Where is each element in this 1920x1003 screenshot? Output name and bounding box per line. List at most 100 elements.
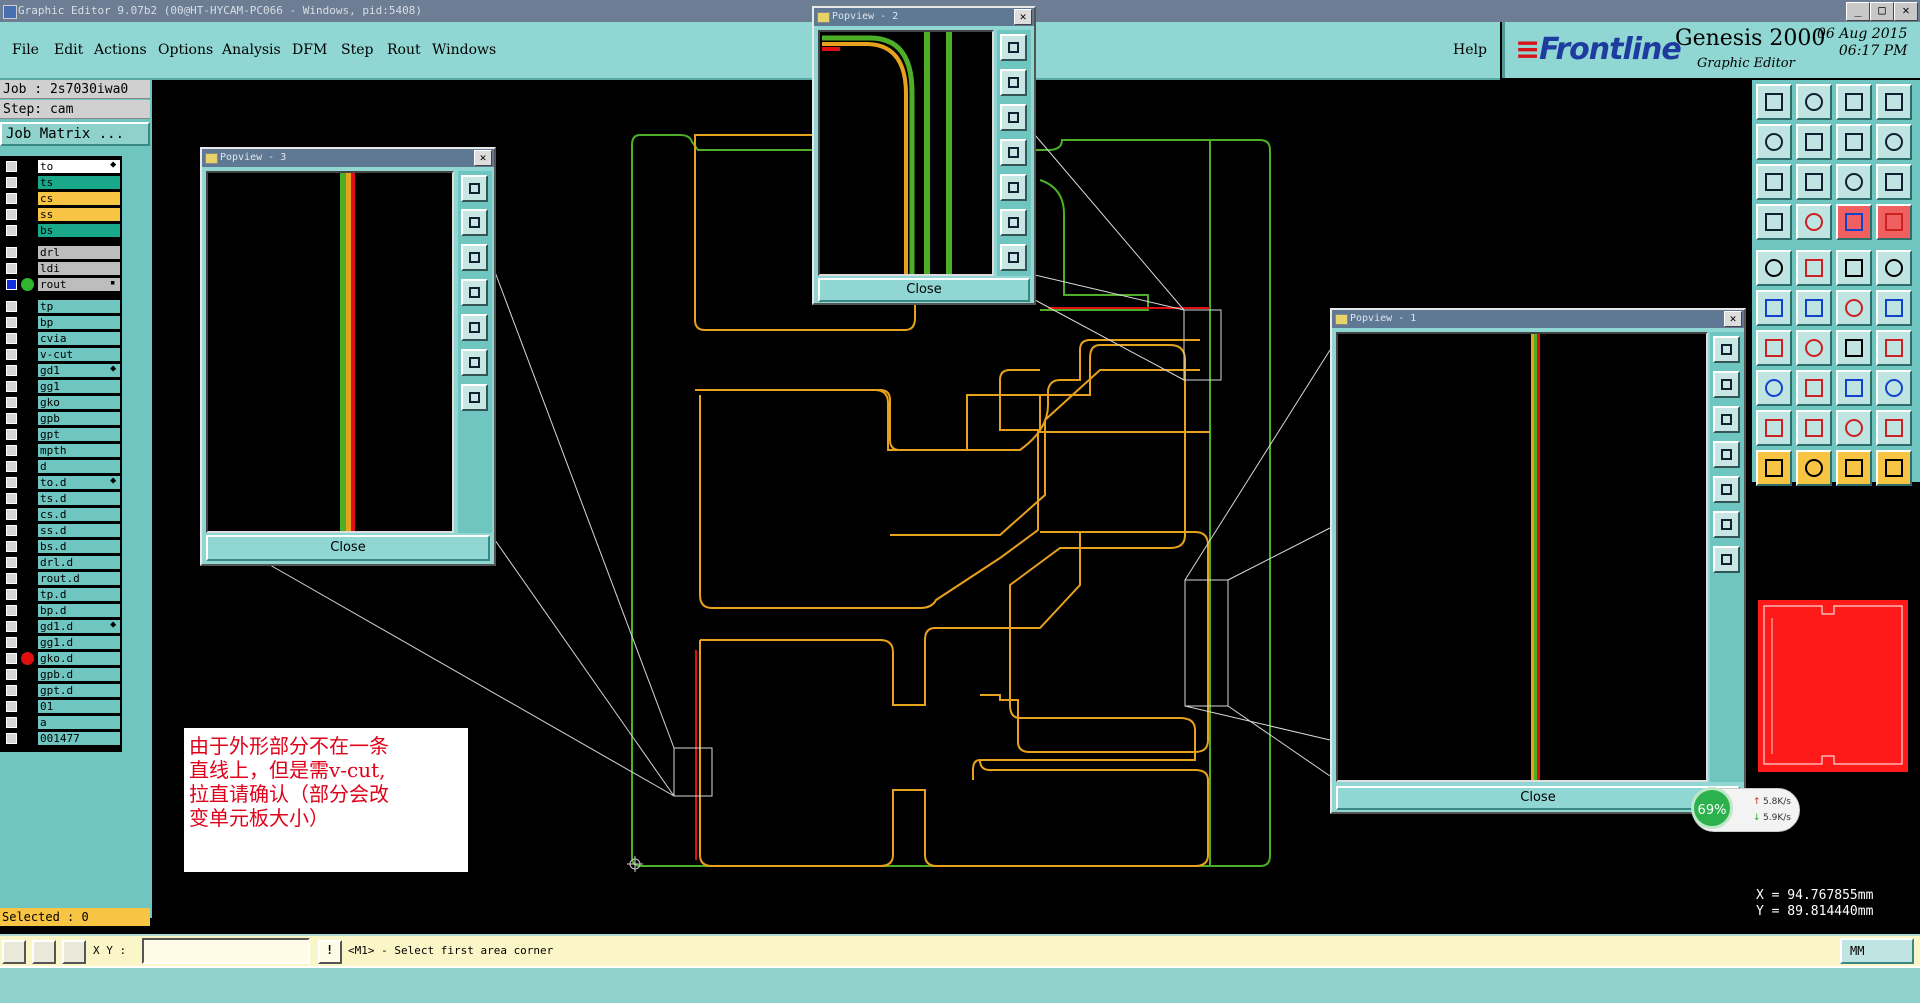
popview-1-toolbar xyxy=(1710,332,1744,782)
pan-left-button[interactable] xyxy=(461,279,488,306)
popview-2-window[interactable]: Popview - 2 ✕ Close xyxy=(812,6,1036,305)
zoom-out-button[interactable] xyxy=(461,349,488,376)
step-tool-icon xyxy=(1885,93,1903,111)
vertex-tool-button[interactable] xyxy=(1836,290,1872,326)
zoom-home-button[interactable] xyxy=(1836,84,1872,120)
zoom-home-icon xyxy=(1845,93,1863,111)
multi-pointer-tool-button[interactable] xyxy=(1876,450,1912,486)
minimap[interactable] xyxy=(1752,588,1914,786)
popview-1-window[interactable]: Popview - 1 ✕ Close xyxy=(1330,308,1746,814)
zoom-tool-button[interactable] xyxy=(1000,34,1027,61)
pan-right-button[interactable] xyxy=(1000,174,1027,201)
tri-a-tool-icon xyxy=(1805,419,1823,437)
split-tool-button[interactable] xyxy=(1876,290,1912,326)
select-tool-button[interactable] xyxy=(1756,370,1792,406)
pan-right-button[interactable] xyxy=(1713,476,1740,503)
popview-3-close-icon[interactable]: ✕ xyxy=(474,150,492,166)
grid-icon[interactable] xyxy=(62,940,86,964)
zoom-in-button[interactable] xyxy=(461,384,488,411)
pan-up-button[interactable] xyxy=(1713,371,1740,398)
popview-2-close-button[interactable]: Close xyxy=(818,278,1030,302)
pan-down-button[interactable] xyxy=(1000,104,1027,131)
popview-3-title-bar[interactable]: Popview - 3 ✕ xyxy=(202,149,494,167)
pan-tool-button[interactable] xyxy=(1796,164,1832,200)
pointer-tool-button[interactable] xyxy=(1756,450,1792,486)
pan-down-button[interactable] xyxy=(461,244,488,271)
zoom-in-button[interactable] xyxy=(1000,244,1027,271)
fit-tool-button[interactable] xyxy=(1756,164,1792,200)
angle-tool-button[interactable] xyxy=(1756,330,1792,366)
popview-3-window[interactable]: Popview - 3 ✕ Close xyxy=(200,147,496,566)
help-tool-button[interactable] xyxy=(1876,164,1912,200)
snap-tool-button[interactable] xyxy=(1796,124,1832,160)
unit-selector[interactable]: MM xyxy=(1840,938,1914,964)
layer-tool-button[interactable] xyxy=(1876,204,1912,240)
line-tool-button[interactable] xyxy=(1756,290,1792,326)
pad-tool-icon xyxy=(1765,259,1783,277)
x-coordinate: X = 94.767855mm xyxy=(1756,888,1874,903)
trim-tool-button[interactable] xyxy=(1796,370,1832,406)
leader-line xyxy=(1034,274,1185,311)
zoom-tool-button[interactable] xyxy=(461,175,488,202)
tri-a-tool-button[interactable] xyxy=(1796,410,1832,446)
edit-pointer-tool-button[interactable] xyxy=(1796,450,1832,486)
snap-icon[interactable] xyxy=(2,940,26,964)
group-tool-button[interactable] xyxy=(1876,370,1912,406)
popview-1-view[interactable] xyxy=(1336,332,1708,782)
zoom-in-button[interactable] xyxy=(1713,546,1740,573)
tri-c-tool-button[interactable] xyxy=(1876,410,1912,446)
close-tool-button[interactable] xyxy=(1796,290,1832,326)
board-outline-5 xyxy=(699,395,1210,609)
zoom-out-button[interactable] xyxy=(1000,209,1027,236)
copy-view-button[interactable] xyxy=(1796,84,1832,120)
filter-tool-button[interactable] xyxy=(1756,204,1792,240)
pan-right-button[interactable] xyxy=(461,314,488,341)
move-tool-button[interactable] xyxy=(1756,124,1792,160)
alert-icon[interactable]: ! xyxy=(318,940,342,964)
measure-icon[interactable] xyxy=(32,940,56,964)
scale-tool-button[interactable] xyxy=(1836,164,1872,200)
feature-tool-icon xyxy=(1805,259,1823,277)
select-tool-icon xyxy=(1765,379,1783,397)
anchor-tool-button[interactable] xyxy=(1836,370,1872,406)
zoom-out-button[interactable] xyxy=(1713,511,1740,538)
split-tool-icon xyxy=(1885,299,1903,317)
pan-up-button[interactable] xyxy=(461,209,488,236)
download-speed: 5.9K/s xyxy=(1763,813,1791,823)
popview-2-view[interactable] xyxy=(818,30,994,276)
popview-1-title-bar[interactable]: Popview - 1 ✕ xyxy=(1332,310,1744,328)
curve-tool-button[interactable] xyxy=(1836,330,1872,366)
xy-label: X Y : xyxy=(93,944,127,957)
popview-1-title: Popview - 1 xyxy=(1350,313,1417,324)
popview-3-close-button[interactable]: Close xyxy=(206,535,490,561)
step-tool-button[interactable] xyxy=(1876,84,1912,120)
network-speed-widget[interactable]: 69% ↑ 5.8K/s ↓ 5.9K/s xyxy=(1691,787,1800,832)
popview-3-view[interactable] xyxy=(206,171,454,533)
fill-tool-button[interactable] xyxy=(1876,330,1912,366)
xy-input[interactable] xyxy=(142,938,310,964)
point-tool-button[interactable] xyxy=(1796,204,1832,240)
measure-tool-icon xyxy=(1845,133,1863,151)
popview-1-close-button[interactable]: Close xyxy=(1336,786,1740,810)
ruler-tool-button[interactable] xyxy=(1836,250,1872,286)
tri-b-tool-button[interactable] xyxy=(1836,410,1872,446)
pan-left-button[interactable] xyxy=(1000,139,1027,166)
new-view-button[interactable] xyxy=(1756,84,1792,120)
zoom-tool-button[interactable] xyxy=(1713,336,1740,363)
pan-left-button[interactable] xyxy=(1713,441,1740,468)
pan-down-button[interactable] xyxy=(1713,406,1740,433)
popview-2-close-icon[interactable]: ✕ xyxy=(1014,9,1032,25)
pick-tool-button[interactable] xyxy=(1836,450,1872,486)
feature-tool-button[interactable] xyxy=(1796,250,1832,286)
pad-tool-button[interactable] xyxy=(1756,250,1792,286)
popview-1-close-icon[interactable]: ✕ xyxy=(1724,311,1742,327)
leader-line xyxy=(494,271,675,749)
measure-tool-button[interactable] xyxy=(1836,124,1872,160)
circle-tool-button[interactable] xyxy=(1876,250,1912,286)
popview-2-title-bar[interactable]: Popview - 2 ✕ xyxy=(814,8,1034,26)
pan-up-button[interactable] xyxy=(1000,69,1027,96)
arc-tool-button[interactable] xyxy=(1796,330,1832,366)
net-tool-button[interactable] xyxy=(1836,204,1872,240)
slope-tool-button[interactable] xyxy=(1876,124,1912,160)
tri-tool-button[interactable] xyxy=(1756,410,1792,446)
